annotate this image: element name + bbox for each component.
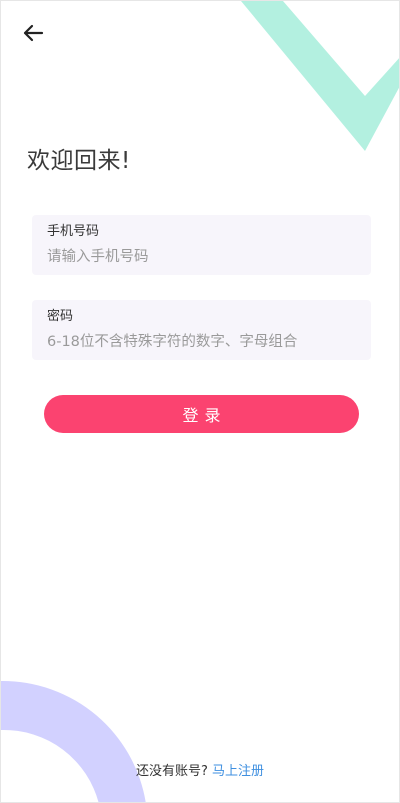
password-input[interactable] bbox=[47, 332, 357, 352]
login-page: 欢迎回来! 手机号码 密码 登录 还没有账号? 马上注册 bbox=[0, 0, 400, 803]
password-field[interactable]: 密码 bbox=[32, 300, 371, 360]
arrow-left-icon bbox=[23, 24, 44, 42]
phone-field-label: 手机号码 bbox=[47, 224, 100, 239]
password-field-label: 密码 bbox=[47, 309, 74, 324]
back-button[interactable] bbox=[19, 19, 47, 47]
phone-field[interactable]: 手机号码 bbox=[32, 215, 371, 275]
phone-input[interactable] bbox=[47, 247, 357, 267]
login-button[interactable]: 登录 bbox=[44, 395, 359, 433]
page-title: 欢迎回来! bbox=[27, 148, 131, 174]
register-link[interactable]: 马上注册 bbox=[212, 764, 264, 779]
register-prompt-text: 还没有账号? bbox=[135, 764, 213, 779]
register-prompt: 还没有账号? 马上注册 bbox=[1, 760, 399, 779]
decorative-arc-shape bbox=[1, 680, 146, 802]
